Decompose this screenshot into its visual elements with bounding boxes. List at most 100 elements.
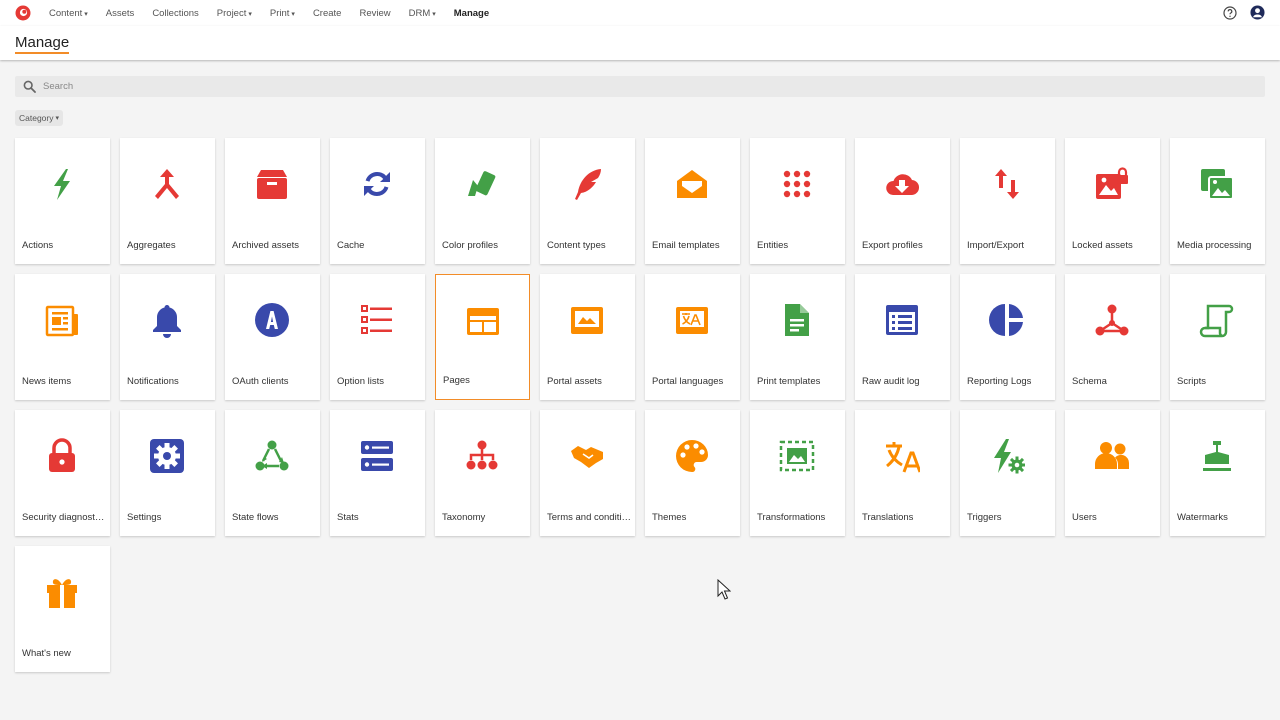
sync-arrows-icon: [364, 171, 390, 197]
tile-actions[interactable]: Actions: [15, 138, 110, 264]
people-group-icon: [1095, 442, 1130, 469]
tile-label: Settings: [127, 512, 162, 523]
translate-box-icon: [676, 307, 708, 334]
nav-item-drm[interactable]: DRM ▾: [400, 8, 445, 19]
tile-schema[interactable]: Schema: [1065, 274, 1160, 400]
tile-transformations[interactable]: Transformations: [750, 410, 845, 536]
tile-users[interactable]: Users: [1065, 410, 1160, 536]
tile-oauth-clients[interactable]: OAuth clients: [225, 274, 320, 400]
padlock-icon: [49, 438, 75, 472]
tile-portal-assets[interactable]: Portal assets: [540, 274, 635, 400]
tile-media-processing[interactable]: Media processing: [1170, 138, 1265, 264]
nav-item-create[interactable]: Create: [304, 8, 351, 19]
tile-content-types[interactable]: Content types: [540, 138, 635, 264]
tile-label: Schema: [1072, 376, 1107, 387]
search-bar[interactable]: [15, 76, 1265, 97]
tile-label: Terms and conditions: [547, 512, 631, 523]
tile-raw-audit-log[interactable]: Raw audit log: [855, 274, 950, 400]
tile-settings[interactable]: Settings: [120, 410, 215, 536]
tile-label: Themes: [652, 512, 687, 523]
tile-taxonomy[interactable]: Taxonomy: [435, 410, 530, 536]
main-menu: Content ▾ Assets Collections Project ▾ Print ▾ C…: [40, 0, 498, 26]
nav-item-manage[interactable]: Manage: [445, 8, 498, 19]
dot-grid-icon: [783, 170, 811, 198]
tile-label: Raw audit log: [862, 376, 920, 387]
tile-locked-assets[interactable]: Locked assets: [1065, 138, 1160, 264]
tile-triggers[interactable]: Triggers: [960, 410, 1055, 536]
page-layout-icon: [467, 308, 499, 335]
user-account-icon[interactable]: [1250, 5, 1265, 20]
nav-item-print[interactable]: Print ▾: [261, 8, 304, 19]
tile-label: Triggers: [967, 512, 1002, 523]
management-tiles-grid: Actions Aggregates Archived assets Cache Col…: [15, 138, 1265, 672]
tile-entities[interactable]: Entities: [750, 138, 845, 264]
tile-portal-languages[interactable]: Portal languages: [645, 274, 740, 400]
tile-themes[interactable]: Themes: [645, 410, 740, 536]
tile-news-items[interactable]: News items: [15, 274, 110, 400]
tile-label: Scripts: [1177, 376, 1207, 387]
archive-box-icon: [257, 170, 287, 199]
up-down-arrows-icon: [995, 169, 1019, 199]
handshake-icon: [571, 446, 603, 468]
tile-label: Import/Export: [967, 240, 1025, 251]
tile-label: Locked assets: [1072, 240, 1133, 251]
tile-notifications[interactable]: Notifications: [120, 274, 215, 400]
tile-stats[interactable]: Stats: [330, 410, 425, 536]
feather-quill-icon: [575, 169, 601, 200]
category-filter-label: Category: [18, 113, 54, 123]
tile-label: Archived assets: [232, 240, 300, 251]
tile-label: Translations: [862, 512, 914, 523]
chevron-down-icon: ▾: [55, 115, 59, 122]
tile-import-export[interactable]: Import/Export: [960, 138, 1055, 264]
tile-scripts[interactable]: Scripts: [1170, 274, 1265, 400]
tile-option-lists[interactable]: Option lists: [330, 274, 425, 400]
nav-item-content[interactable]: Content ▾: [40, 8, 97, 19]
chevron-down-icon: ▾: [432, 10, 436, 18]
tile-what-s-new[interactable]: What's new: [15, 546, 110, 672]
tile-label: Cache: [337, 240, 365, 251]
tile-aggregates[interactable]: Aggregates: [120, 138, 215, 264]
app-logo-icon[interactable]: [15, 5, 31, 21]
nav-item-review[interactable]: Review: [350, 8, 399, 19]
nav-item-assets[interactable]: Assets: [97, 8, 144, 19]
tile-label: Reporting Logs: [967, 376, 1032, 387]
category-filter-dropdown[interactable]: Category ▾: [15, 110, 63, 126]
server-stack-icon: [361, 441, 393, 471]
node-graph-icon: [1095, 304, 1129, 336]
hierarchy-icon: [466, 440, 498, 470]
tile-watermarks[interactable]: Watermarks: [1170, 410, 1265, 536]
tile-color-profiles[interactable]: Color profiles: [435, 138, 530, 264]
tile-label: Security diagnostics: [22, 512, 106, 523]
tile-reporting-logs[interactable]: Reporting Logs: [960, 274, 1055, 400]
chevron-down-icon: ▾: [248, 10, 252, 18]
tile-translations[interactable]: Translations: [855, 410, 950, 536]
tile-print-templates[interactable]: Print templates: [750, 274, 845, 400]
gift-box-icon: [47, 579, 77, 608]
tile-label: Users: [1072, 512, 1097, 523]
tile-archived-assets[interactable]: Archived assets: [225, 138, 320, 264]
picture-frame-icon: [571, 307, 603, 334]
tile-terms-and-conditions[interactable]: Terms and conditions: [540, 410, 635, 536]
tile-export-profiles[interactable]: Export profiles: [855, 138, 950, 264]
image-stack-icon: [1201, 169, 1234, 200]
stamp-icon: [1203, 441, 1231, 471]
tile-label: Email templates: [652, 240, 720, 251]
newspaper-icon: [45, 305, 78, 337]
checklist-icon: [361, 305, 392, 334]
tile-label: Transformations: [757, 512, 826, 523]
search-input[interactable]: [43, 76, 1243, 97]
tile-email-templates[interactable]: Email templates: [645, 138, 740, 264]
nav-item-project[interactable]: Project ▾: [208, 8, 261, 19]
tile-label: Export profiles: [862, 240, 923, 251]
tile-label: Portal assets: [547, 376, 602, 387]
tile-label: Color profiles: [442, 240, 498, 251]
tile-cache[interactable]: Cache: [330, 138, 425, 264]
nav-item-label: Create: [312, 7, 342, 19]
tile-security-diagnostics[interactable]: Security diagnostics: [15, 410, 110, 536]
list-window-icon: [886, 305, 918, 335]
nav-item-collections[interactable]: Collections: [143, 8, 207, 19]
tile-state-flows[interactable]: State flows: [225, 410, 320, 536]
tile-label: Notifications: [127, 376, 179, 387]
tile-pages[interactable]: Pages: [435, 274, 530, 400]
help-circle-icon[interactable]: [1223, 6, 1237, 20]
